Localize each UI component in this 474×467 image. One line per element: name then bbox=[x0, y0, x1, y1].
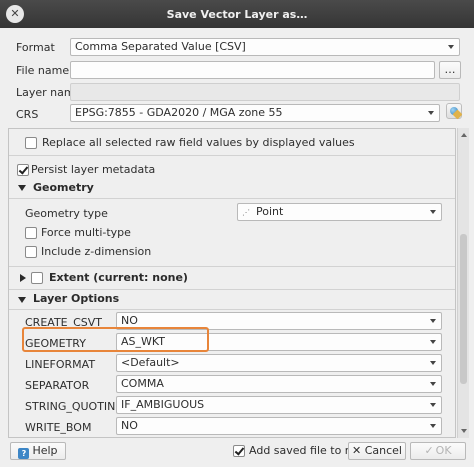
geometry-type-label: Geometry type bbox=[25, 207, 108, 220]
chevron-down-icon bbox=[430, 382, 436, 386]
option-key: LINEFORMAT bbox=[25, 358, 96, 371]
crs-selector-icon[interactable] bbox=[446, 103, 462, 119]
chevron-down-icon bbox=[448, 45, 454, 49]
geometry-type-dropdown[interactable]: ⋰ Point bbox=[237, 203, 442, 221]
option-value: NO bbox=[121, 314, 138, 327]
add-to-map-checkbox[interactable] bbox=[233, 445, 245, 457]
cancel-label: Cancel bbox=[364, 444, 402, 457]
title-bar: ✕ Save Vector Layer as… bbox=[0, 0, 474, 28]
scroll-thumb[interactable] bbox=[460, 234, 467, 384]
collapse-triangle-icon[interactable] bbox=[18, 297, 26, 303]
divider bbox=[9, 289, 455, 290]
help-button[interactable]: ? Help bbox=[10, 442, 66, 460]
option-value: COMMA bbox=[121, 377, 164, 390]
cancel-button[interactable]: ✕ Cancel bbox=[348, 442, 406, 460]
option-key: WRITE_BOM bbox=[25, 421, 92, 434]
ok-label: OK bbox=[435, 444, 452, 457]
browse-button[interactable]: … bbox=[439, 61, 461, 79]
close-icon[interactable]: ✕ bbox=[6, 5, 24, 23]
ok-button[interactable]: ✓ OK bbox=[410, 442, 466, 460]
crs-label: CRS bbox=[16, 108, 39, 121]
scroll-up-icon[interactable] bbox=[461, 133, 467, 137]
chevron-down-icon bbox=[430, 424, 436, 428]
options-scroll-panel: Replace all selected raw field values by… bbox=[8, 128, 456, 438]
close-icon: ✕ bbox=[352, 444, 362, 457]
help-icon: ? bbox=[18, 448, 30, 459]
ok-icon: ✓ bbox=[424, 444, 434, 457]
chevron-down-icon bbox=[430, 319, 436, 323]
dialog-footer: ? Help Add saved file to map ✕ Cancel ✓ OK bbox=[0, 440, 474, 467]
option-value-dropdown[interactable]: NO bbox=[116, 417, 442, 435]
window-title: Save Vector Layer as… bbox=[166, 7, 308, 21]
persist-metadata-checkbox[interactable] bbox=[17, 164, 29, 176]
vertical-scrollbar[interactable] bbox=[457, 128, 469, 438]
option-key: SEPARATOR bbox=[25, 379, 90, 392]
chevron-down-icon bbox=[430, 361, 436, 365]
format-label: Format bbox=[16, 41, 55, 54]
replace-raw-checkbox[interactable] bbox=[25, 137, 37, 149]
chevron-down-icon bbox=[430, 210, 436, 214]
persist-metadata-label: Persist layer metadata bbox=[31, 163, 156, 176]
option-value-dropdown[interactable]: IF_AMBIGUOUS bbox=[116, 396, 442, 414]
scroll-down-icon[interactable] bbox=[461, 429, 467, 433]
geometry-row-highlight bbox=[22, 327, 209, 352]
filename-label: File name bbox=[16, 64, 70, 77]
divider bbox=[9, 309, 455, 310]
replace-raw-label: Replace all selected raw field values by… bbox=[42, 136, 355, 149]
help-label: Help bbox=[32, 444, 58, 457]
z-dimension-checkbox[interactable] bbox=[25, 246, 37, 258]
format-dropdown[interactable]: Comma Separated Value [CSV] bbox=[70, 38, 460, 56]
extent-checkbox[interactable] bbox=[31, 272, 43, 284]
chevron-down-icon bbox=[430, 403, 436, 407]
option-value: NO bbox=[121, 419, 138, 432]
z-dimension-label: Include z-dimension bbox=[41, 245, 152, 258]
layername-input[interactable] bbox=[70, 83, 460, 101]
force-multi-label: Force multi-type bbox=[41, 226, 131, 239]
force-multi-checkbox[interactable] bbox=[25, 227, 37, 239]
chevron-down-icon bbox=[428, 111, 434, 115]
geometry-type-value: Point bbox=[256, 205, 284, 218]
option-value-dropdown[interactable]: <Default> bbox=[116, 354, 442, 372]
format-value: Comma Separated Value [CSV] bbox=[75, 40, 246, 53]
divider bbox=[9, 155, 455, 156]
expand-triangle-icon[interactable] bbox=[20, 274, 26, 282]
divider bbox=[9, 266, 455, 267]
point-geometry-icon: ⋰ bbox=[242, 208, 250, 217]
option-value: <Default> bbox=[121, 356, 180, 369]
chevron-down-icon bbox=[430, 340, 436, 344]
crs-dropdown[interactable]: EPSG:7855 - GDA2020 / MGA zone 55 bbox=[70, 104, 440, 122]
collapse-triangle-icon[interactable] bbox=[18, 185, 26, 191]
crs-value: EPSG:7855 - GDA2020 / MGA zone 55 bbox=[75, 106, 283, 119]
geometry-section-title[interactable]: Geometry bbox=[33, 181, 94, 194]
option-value: IF_AMBIGUOUS bbox=[121, 398, 205, 411]
filename-input[interactable] bbox=[70, 61, 435, 79]
option-key: STRING_QUOTING bbox=[25, 400, 124, 413]
layer-options-section-title[interactable]: Layer Options bbox=[33, 292, 119, 305]
option-value-dropdown[interactable]: COMMA bbox=[116, 375, 442, 393]
divider bbox=[9, 198, 455, 199]
extent-section-title[interactable]: Extent (current: none) bbox=[49, 271, 188, 284]
